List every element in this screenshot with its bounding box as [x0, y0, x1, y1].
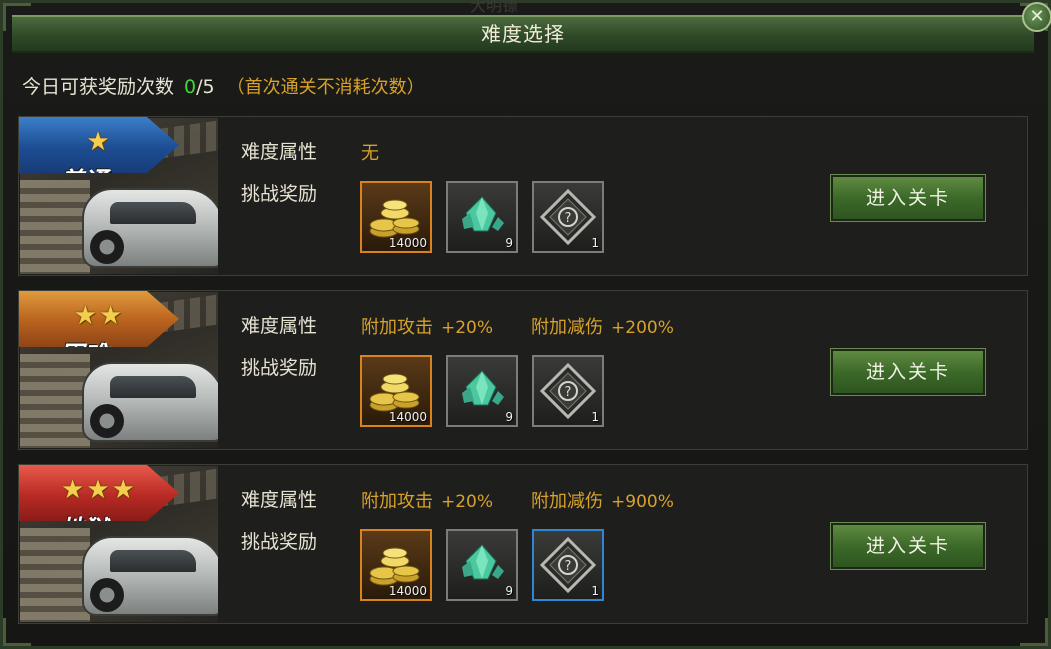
difficulty-banner: ★ 普通	[19, 117, 179, 173]
enter-stage-button[interactable]: 进入关卡	[830, 174, 986, 222]
reward-label: 挑战奖励	[241, 183, 318, 205]
difficulty-banner: ★★ 困难	[19, 291, 179, 347]
reward-label: 挑战奖励	[241, 531, 318, 553]
reward-item-crystal[interactable]: 9	[446, 181, 518, 253]
enter-stage-button[interactable]: 进入关卡	[830, 522, 986, 570]
reward-item-mystery[interactable]: ? 1	[532, 355, 604, 427]
title-bar: 难度选择	[12, 15, 1034, 53]
car-image	[82, 188, 218, 268]
reward-qty: 14000	[388, 584, 427, 598]
attr-attack-value: +20%	[441, 318, 494, 338]
svg-text:?: ?	[565, 385, 572, 400]
daily-count-note: （首次通关不消耗次数）	[226, 77, 425, 98]
attr-none: 无	[361, 143, 379, 164]
reward-qty: 9	[505, 584, 513, 598]
close-button[interactable]: ✕	[1022, 2, 1051, 32]
attr-values: 无	[361, 139, 379, 165]
difficulty-panel-hard: ★★ 困难 难度属性 附加攻击+20%附加减伤+200% 挑战奖励 14000 …	[18, 290, 1028, 450]
attr-attack-value: +20%	[441, 492, 494, 512]
star-icon: ★	[86, 127, 112, 157]
reward-item-mystery[interactable]: ? 1	[532, 181, 604, 253]
reward-qty: 1	[591, 236, 599, 250]
daily-count-current: 0	[184, 76, 197, 98]
car-image	[82, 362, 218, 442]
faded-header-text: 大明镖	[470, 0, 519, 15]
car-image	[82, 536, 218, 616]
svg-text:?: ?	[565, 559, 572, 574]
attr-label: 难度属性	[241, 315, 318, 337]
reward-qty: 1	[591, 410, 599, 424]
dialog-title: 难度选择	[481, 22, 565, 46]
reward-qty: 1	[591, 584, 599, 598]
reward-item-gold[interactable]: 14000	[360, 355, 432, 427]
reward-item-gold[interactable]: 14000	[360, 529, 432, 601]
attr-values: 附加攻击 +20% 附加减伤 +900%	[361, 487, 674, 513]
enter-stage-button[interactable]: 进入关卡	[830, 348, 986, 396]
svg-text:?: ?	[565, 211, 572, 226]
difficulty-panel-normal: ★ 普通 难度属性 无 挑战奖励 14000 9 ?	[18, 116, 1028, 276]
star-icon: ★★	[73, 301, 125, 331]
attr-defense-name: 附加减伤	[531, 491, 604, 512]
daily-count-label: 今日可获奖励次数	[22, 76, 175, 98]
reward-qty: 14000	[388, 410, 427, 424]
reward-qty: 9	[505, 236, 513, 250]
attr-defense-value: +900%	[611, 492, 674, 512]
reward-qty: 9	[505, 410, 513, 424]
attr-values: 附加攻击 +20% 附加减伤 +200%	[361, 313, 674, 339]
reward-label: 挑战奖励	[241, 357, 318, 379]
attr-label: 难度属性	[241, 141, 318, 163]
reward-qty: 14000	[388, 236, 427, 250]
attr-defense-value: +200%	[611, 318, 674, 338]
attr-attack-name: 附加攻击	[361, 491, 433, 512]
difficulty-panel-hell: ★★★ 地狱 难度属性 附加攻击 +20% 附加减伤 +900% 挑战奖励 14000…	[18, 464, 1028, 624]
reward-item-gold[interactable]: 14000	[360, 181, 432, 253]
attr-defense-name: 附加减伤	[531, 317, 604, 338]
difficulty-banner: ★★★ 地狱	[19, 465, 179, 521]
daily-count-total: /5	[196, 76, 215, 98]
attr-label: 难度属性	[241, 489, 318, 511]
star-icon: ★★★	[61, 475, 137, 505]
reward-item-crystal[interactable]: 9	[446, 355, 518, 427]
daily-reward-count: 今日可获奖励次数 0/5 （首次通关不消耗次数）	[22, 72, 425, 99]
reward-item-mystery[interactable]: ? 1	[532, 529, 604, 601]
attr-attack-name: 附加攻击	[361, 317, 433, 338]
reward-item-crystal[interactable]: 9	[446, 529, 518, 601]
close-icon: ✕	[1029, 6, 1045, 27]
